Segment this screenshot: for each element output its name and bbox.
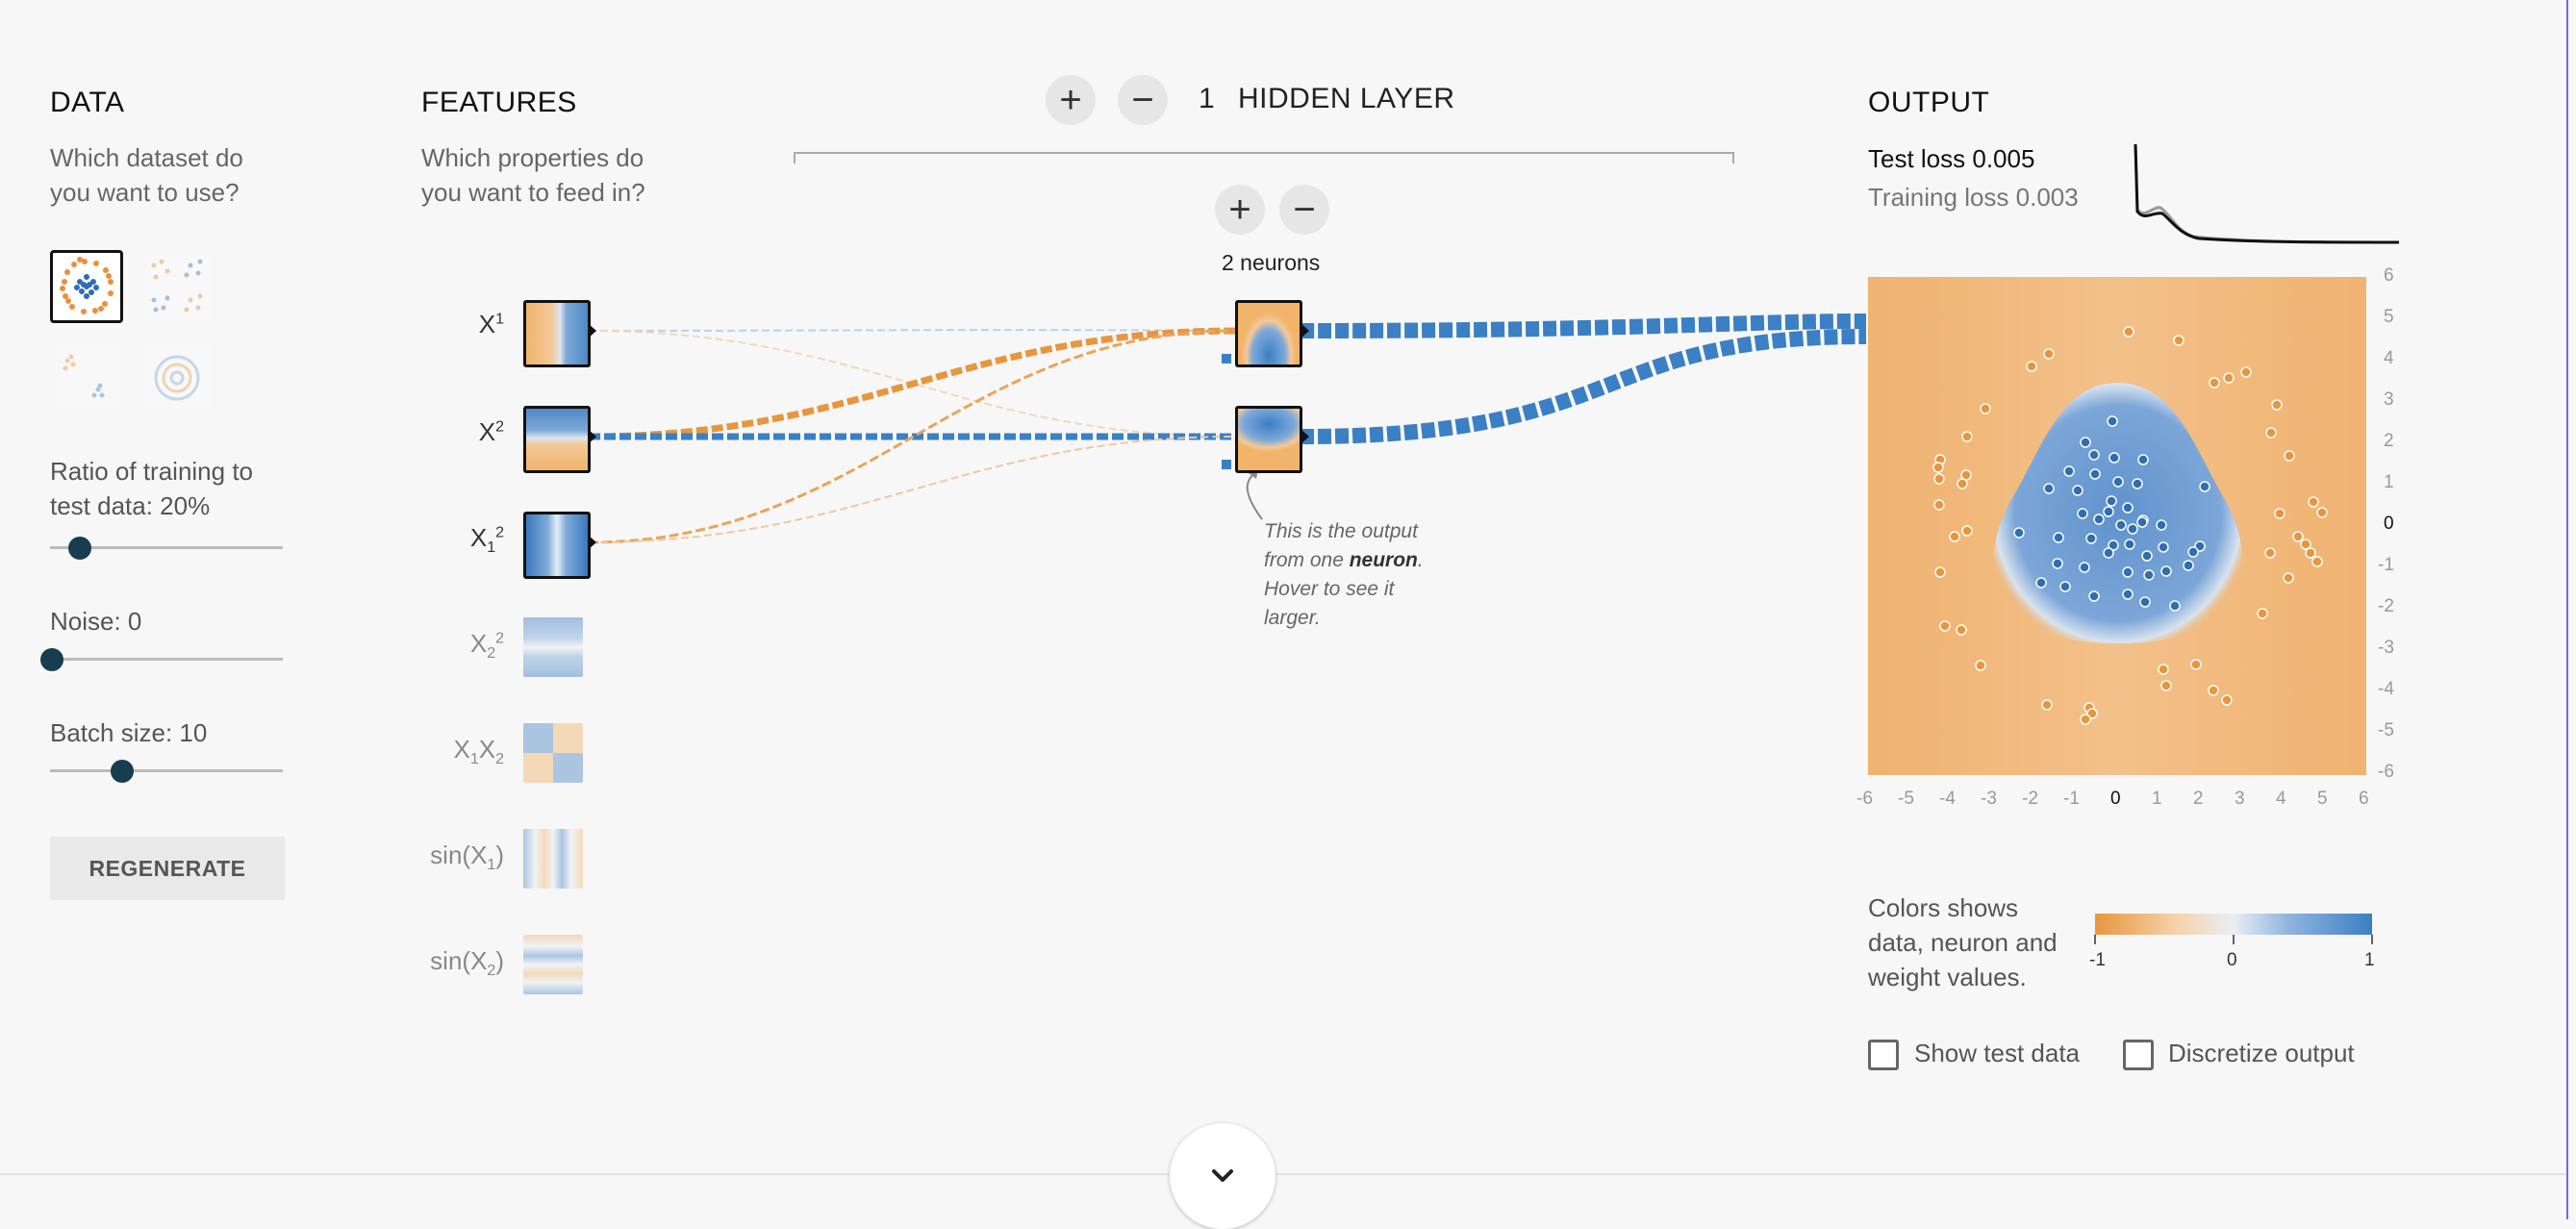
hint-line2a: from one — [1264, 549, 1350, 571]
loss-chart — [2134, 143, 2400, 244]
hint-line2: from one neuron. — [1264, 546, 1424, 575]
y-axis: 6 5 4 3 2 1 0 -1 -2 -3 -4 -5 -6 — [2368, 265, 2407, 785]
footer-divider — [0, 1173, 2566, 1175]
color-scale-bar — [2095, 914, 2372, 935]
y-tick: -1 — [2378, 555, 2394, 575]
expand-button[interactable] — [1170, 1123, 1275, 1229]
y-tick: -2 — [2378, 596, 2394, 616]
x-tick: -3 — [1981, 789, 1997, 809]
x-tick: -1 — [2063, 789, 2080, 809]
x-tick: 4 — [2276, 789, 2286, 809]
legend-min: -1 — [2089, 950, 2106, 970]
neuron-hint: This is the output from one neuron. Hove… — [1264, 517, 1424, 633]
y-tick: -4 — [2378, 679, 2394, 699]
hint-neuron-word: neuron — [1349, 549, 1418, 571]
chevron-down-icon — [1212, 1169, 1233, 1182]
x-tick: 5 — [2317, 789, 2328, 809]
scrollbar-edge — [2566, 0, 2568, 1219]
link-x1-n1[interactable] — [588, 329, 1236, 332]
discretize-output-checkbox[interactable] — [2123, 1040, 2154, 1070]
x-tick: 1 — [2152, 789, 2162, 809]
x-axis: -6 -5 -4 -3 -2 -1 0 1 2 3 4 5 6 — [1856, 789, 2376, 817]
output-boundary — [1932, 326, 2328, 725]
hint-line4: larger. — [1264, 607, 1321, 629]
y-tick: -5 — [2378, 720, 2394, 740]
y-tick: 1 — [2384, 472, 2394, 492]
x-tick: -6 — [1856, 789, 1873, 809]
show-test-data-label[interactable]: Show test data — [1914, 1039, 2080, 1068]
discretize-output-label[interactable]: Discretize output — [2168, 1039, 2355, 1068]
y-tick: -3 — [2378, 638, 2394, 658]
legend-mid: 0 — [2227, 950, 2237, 970]
output-plot[interactable] — [1868, 277, 2366, 775]
color-scale-ticks — [2094, 935, 2373, 944]
y-tick: 3 — [2384, 389, 2394, 410]
hidden-neuron-2[interactable] — [1235, 406, 1302, 473]
legend-max: 1 — [2364, 950, 2375, 970]
hint-line1: This is the output — [1264, 520, 1418, 542]
link-n1-output[interactable] — [1300, 314, 1867, 339]
legend-line1: Colors shows — [1868, 893, 2019, 922]
legend-line2: data, neuron and — [1868, 928, 2058, 957]
y-tick: 2 — [2384, 431, 2394, 451]
y-tick: 6 — [2384, 265, 2394, 286]
y-tick: 0 — [2384, 514, 2394, 534]
link-x2-n1[interactable] — [588, 327, 1236, 440]
x-tick: 3 — [2235, 789, 2245, 809]
training-loss: Training loss 0.003 — [1868, 183, 2079, 212]
hint-line2c: . — [1417, 549, 1424, 571]
color-legend-text: Colors shows data, neuron and weight val… — [1868, 890, 2058, 994]
y-tick: 5 — [2384, 307, 2394, 327]
test-loss: Test loss 0.005 — [1868, 144, 2035, 173]
link-n2-output[interactable] — [1300, 329, 1867, 444]
show-test-data-checkbox[interactable] — [1868, 1040, 1899, 1070]
link-x1sq-n2[interactable] — [588, 436, 1236, 543]
x-tick: -2 — [2022, 789, 2038, 809]
hint-arrow — [1246, 472, 1263, 520]
x-tick: -5 — [1898, 789, 1914, 809]
x-tick: -4 — [1939, 789, 1956, 809]
hint-line3: Hover to see it — [1264, 578, 1395, 600]
y-tick: 4 — [2384, 348, 2394, 368]
bias-n1[interactable] — [1222, 354, 1231, 364]
legend-line3: weight values. — [1868, 963, 2027, 991]
hidden-neuron-1[interactable] — [1235, 300, 1302, 367]
x-tick: 6 — [2359, 789, 2369, 809]
x-tick: 0 — [2110, 789, 2121, 809]
x-tick: 2 — [2193, 789, 2204, 809]
y-tick: -6 — [2378, 762, 2394, 782]
bias-n2[interactable] — [1222, 460, 1231, 469]
output-title: OUTPUT — [1868, 87, 1990, 118]
